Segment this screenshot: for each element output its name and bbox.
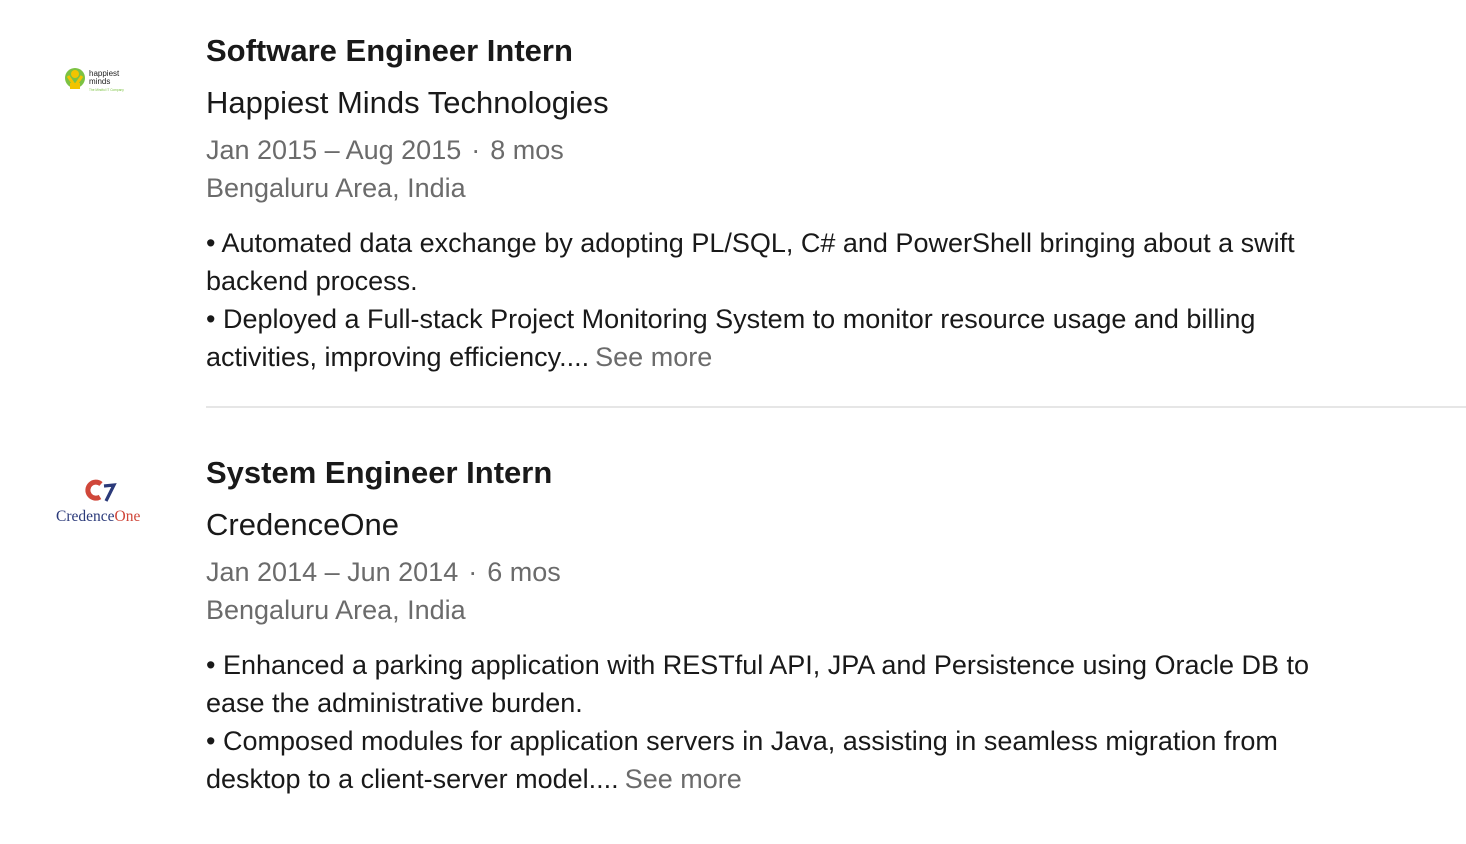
logo-text-2: minds	[89, 77, 110, 86]
logo-tagline: The Mindful IT Company	[89, 88, 124, 92]
company-name[interactable]: CredenceOne	[206, 506, 399, 544]
job-title[interactable]: Software Engineer Intern	[206, 32, 573, 70]
job-location: Bengaluru Area, India	[206, 173, 466, 203]
see-more-link[interactable]: See more	[595, 342, 712, 372]
job-title[interactable]: System Engineer Intern	[206, 454, 552, 492]
description-line: ease the administrative burden.	[206, 688, 583, 718]
entry-divider	[206, 406, 1466, 408]
company-logo-happiest-minds[interactable]: happiest minds The Mindful IT Company	[54, 33, 150, 129]
description-line: • Deployed a Full-stack Project Monitori…	[206, 304, 1256, 334]
description-line-text: activities, improving efficiency....	[206, 342, 590, 372]
credenceone-logo-icon: CredenceOne	[56, 479, 140, 525]
duration: 8 mos	[490, 135, 564, 165]
description-line-text: desktop to a client-server model....	[206, 764, 619, 794]
dot-separator: ·	[471, 135, 481, 165]
company-name[interactable]: Happiest Minds Technologies	[206, 84, 609, 122]
credence-logo-text: CredenceOne	[56, 508, 140, 525]
job-description: • Automated data exchange by adopting PL…	[206, 224, 1406, 376]
job-location: Bengaluru Area, India	[206, 595, 466, 625]
description-line: • Enhanced a parking application with RE…	[206, 650, 1310, 680]
see-more-link[interactable]: See more	[625, 764, 742, 794]
job-description: • Enhanced a parking application with RE…	[206, 646, 1406, 798]
description-line-last: activities, improving efficiency.... See …	[206, 338, 1406, 376]
dot-separator: ·	[468, 557, 478, 587]
description-line-last: desktop to a client-server model.... See …	[206, 760, 1406, 798]
date-range: Jan 2014 – Jun 2014	[206, 557, 459, 587]
duration: 6 mos	[487, 557, 561, 587]
description-line: backend process.	[206, 266, 418, 296]
description-line: • Automated data exchange by adopting PL…	[206, 228, 1295, 258]
description-line: • Composed modules for application serve…	[206, 726, 1278, 756]
employment-dates: Jan 2014 – Jun 2014 · 6 mos	[206, 554, 561, 590]
employment-dates: Jan 2015 – Aug 2015 · 8 mos	[206, 132, 564, 168]
company-logo-credenceone[interactable]: CredenceOne	[54, 455, 150, 551]
date-range: Jan 2015 – Aug 2015	[206, 135, 462, 165]
happiest-minds-logo-icon: happiest minds The Mindful IT Company	[65, 68, 124, 92]
